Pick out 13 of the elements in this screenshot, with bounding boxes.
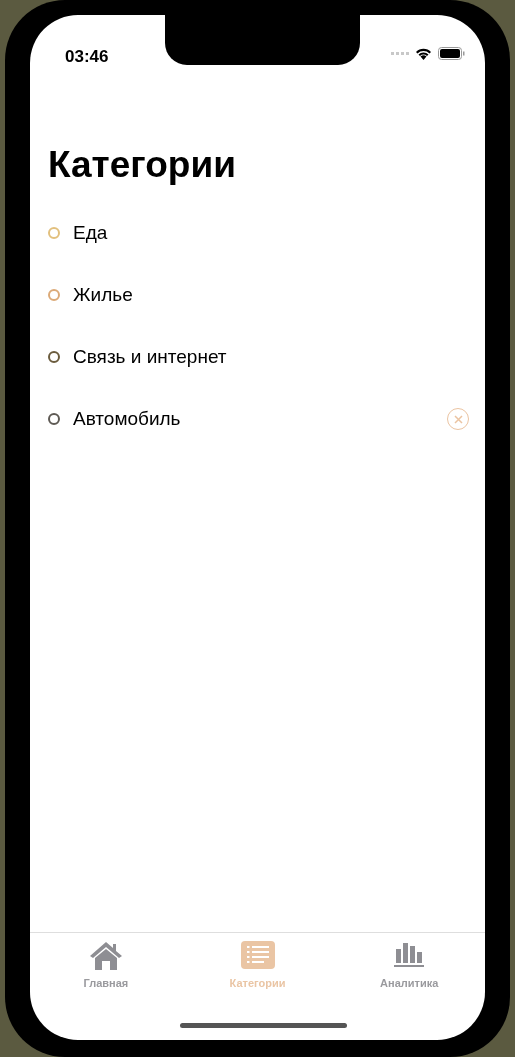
house-icon: [88, 941, 123, 971]
category-name[interactable]: Жилье: [73, 280, 469, 310]
status-time: 03:46: [65, 46, 109, 68]
category-name[interactable]: Автомобиль: [73, 404, 447, 434]
close-icon: [453, 414, 463, 424]
page-title: Категории: [48, 143, 237, 187]
list-icon: [240, 941, 275, 969]
signal-icon: [391, 52, 409, 55]
battery-icon: [438, 47, 465, 60]
bar-chart-icon: [394, 941, 425, 967]
category-name[interactable]: Связь и интернет: [73, 342, 469, 372]
category-name[interactable]: Еда: [73, 218, 469, 248]
wifi-icon: [415, 47, 432, 60]
